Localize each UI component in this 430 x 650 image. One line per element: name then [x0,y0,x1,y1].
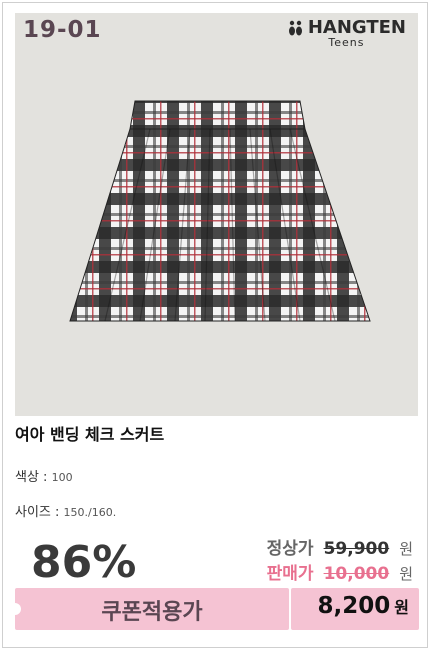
product-card[interactable]: 19-01 HANGTEN Teens 여아 밴딩 체크 스커트 색상: 10… [2,2,428,648]
coupon-label: 쿠폰적용가 [101,600,203,625]
regular-price-row: 정상가 59,900 원 [267,534,413,559]
color-value: 100 [51,471,73,484]
regular-price: 59,900 [323,539,390,559]
size-label: 사이즈 : [15,505,60,520]
brand-name: HANGTEN [307,17,406,38]
product-size: 사이즈 : 150./160. [15,501,116,520]
size-value: 150./160. [63,506,117,519]
sale-price: 10,000 [323,564,390,584]
product-title[interactable]: 여아 밴딩 체크 스커트 [15,421,164,445]
coupon-banner[interactable]: 쿠폰적용가 [9,588,289,630]
final-price-group: 8,200 원 [318,593,410,619]
sale-currency: 원 [399,565,413,583]
discount-rate: 86% [31,537,137,588]
final-currency: 원 [394,598,409,617]
color-label: 색상 : [15,470,48,485]
final-price: 8,200 [317,593,391,619]
product-code: 19-01 [23,17,102,43]
regular-currency: 원 [399,540,413,558]
sale-price-label: 판매가 [266,564,314,584]
skirt-illustration [69,100,371,322]
sale-price-row: 판매가 10,000 원 [267,559,413,584]
coupon-price-box[interactable]: 8,200 원 [291,588,419,630]
footprint-icon [288,20,302,35]
product-color: 색상 : 100 [15,466,73,485]
product-image[interactable]: 19-01 HANGTEN Teens [15,13,418,416]
regular-price-label: 정상가 [266,539,314,559]
brand-logo: HANGTEN Teens [287,17,406,49]
